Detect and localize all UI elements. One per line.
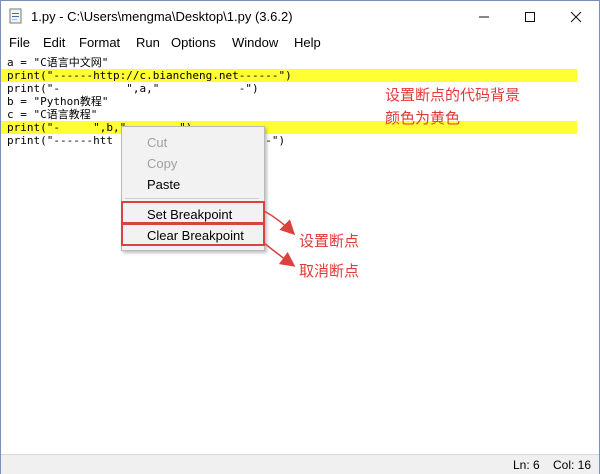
status-bar: Ln: 6 Col: 16 [1,454,599,474]
set-breakpoint-note: 设置断点 [299,233,360,250]
arrow-icon [263,242,296,267]
clear-breakpoint-note: 取消断点 [299,263,360,280]
arrow-icon [263,210,296,236]
column-number: Col: 16 [553,458,592,472]
idle-editor-window: 1.py - C:\Users\mengma\Desktop\1.py (3.6… [0,0,600,474]
line-number: Ln: 6 [513,458,540,472]
